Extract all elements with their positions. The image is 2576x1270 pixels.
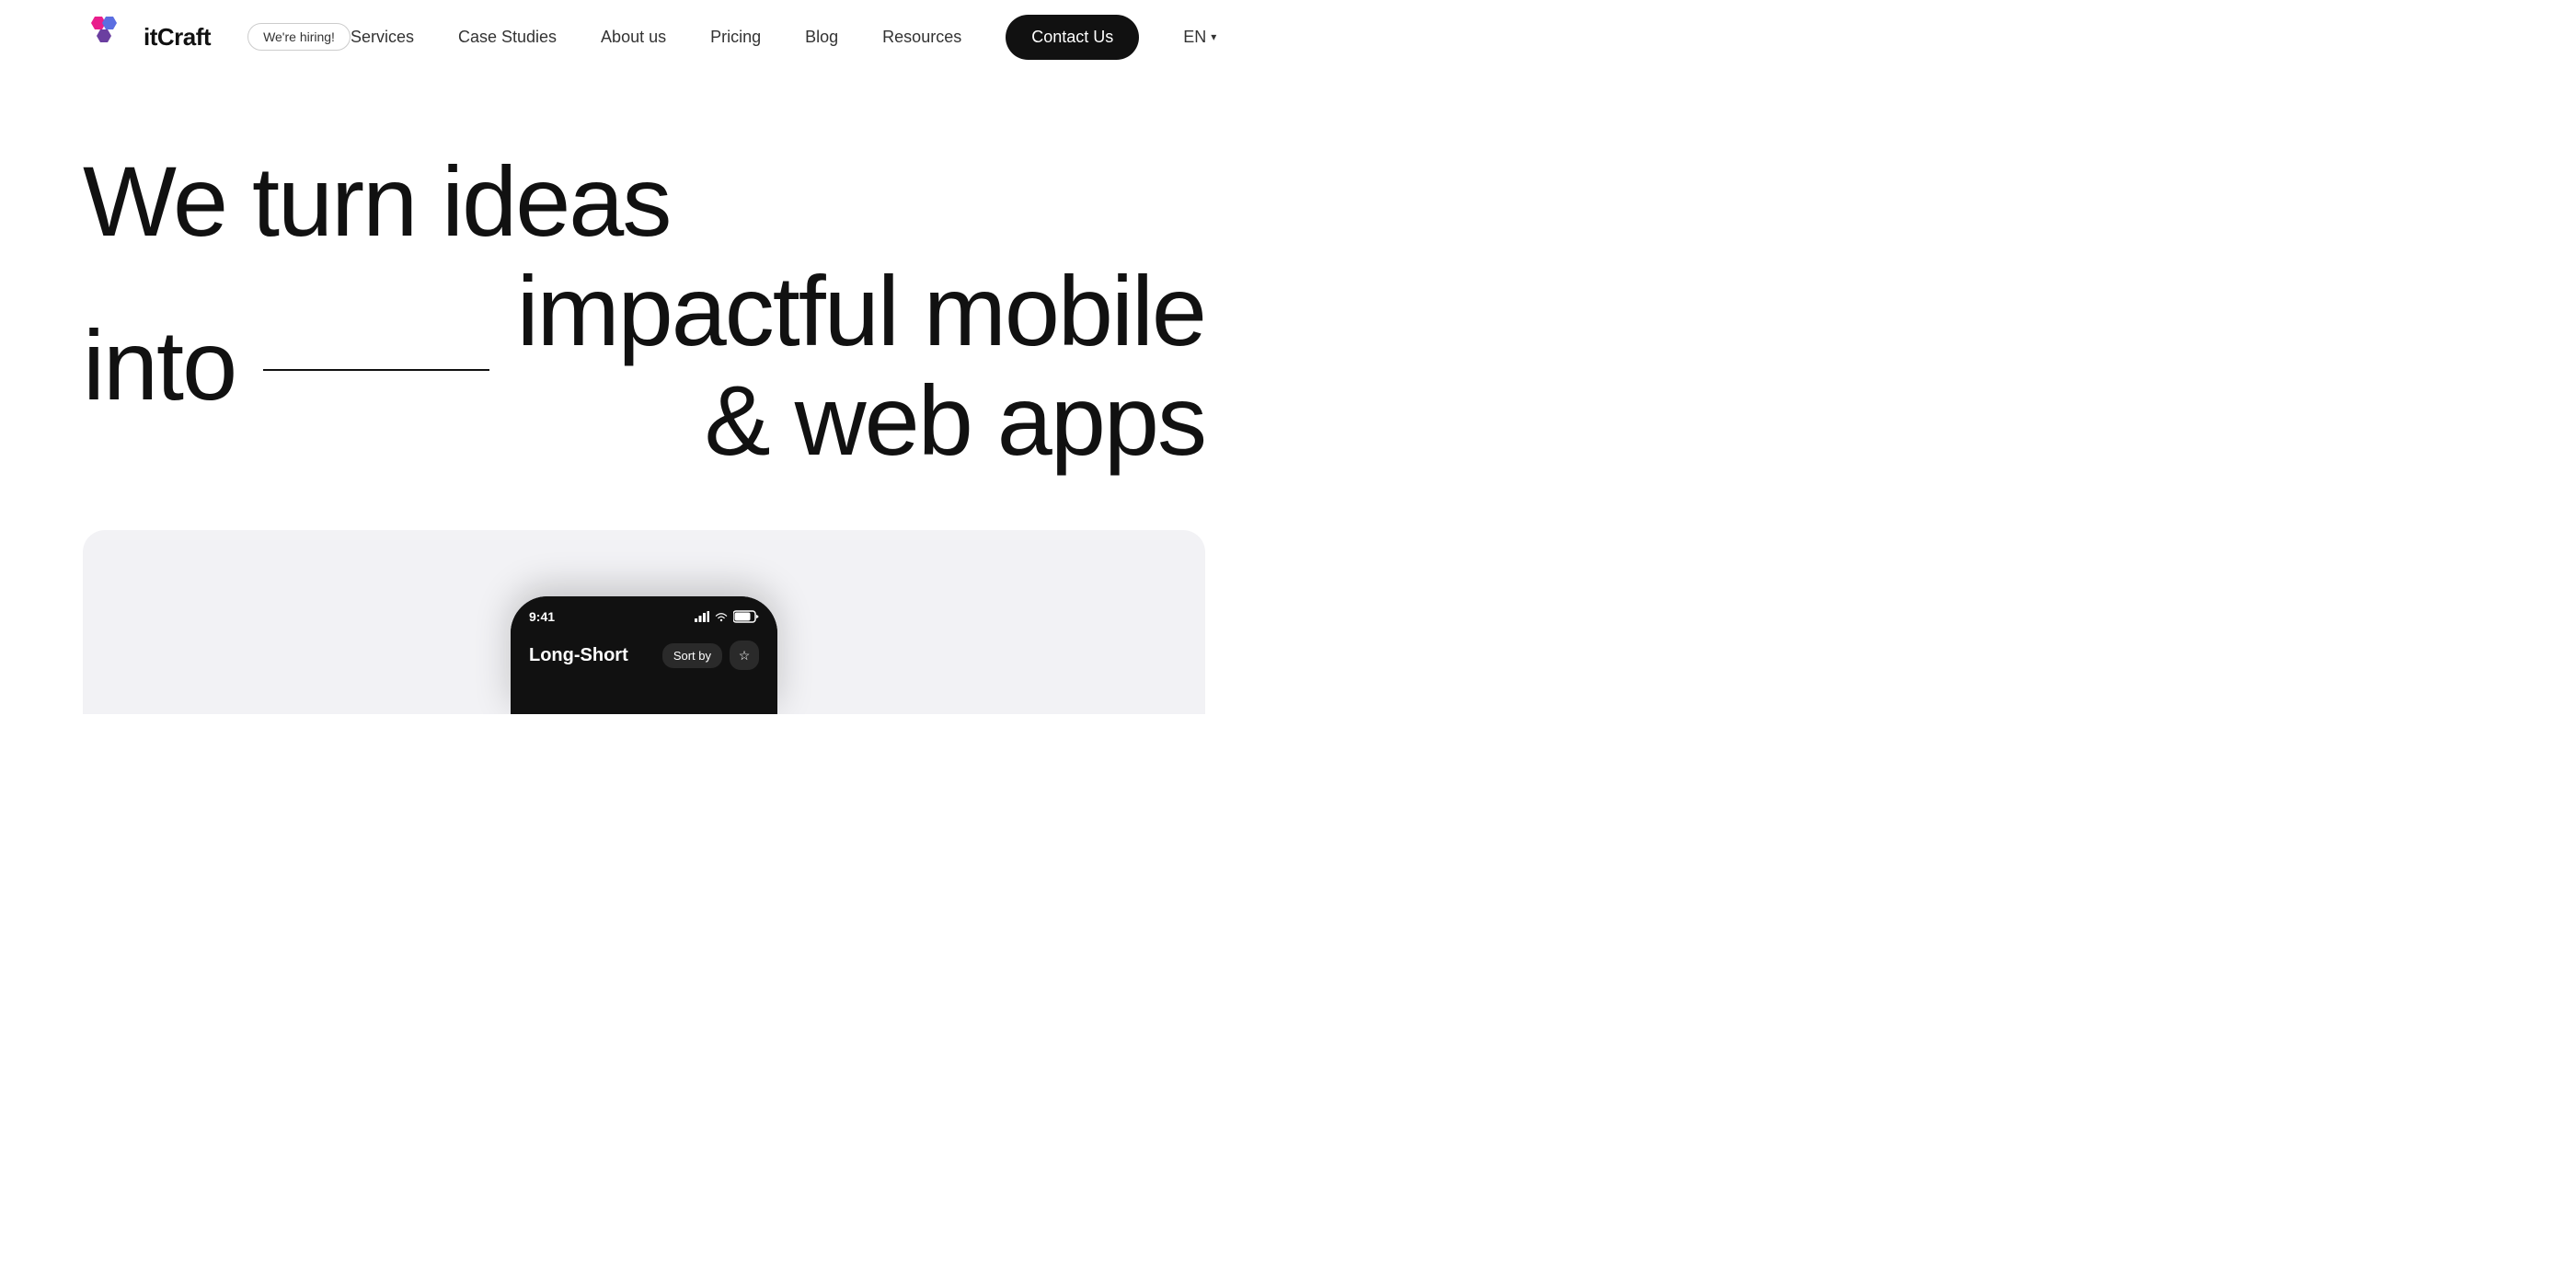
nav-about-us[interactable]: About us <box>601 28 666 47</box>
hero-impactful: impactful mobile <box>517 257 1205 366</box>
hero-line-2: into impactful mobile & web apps <box>83 257 1205 476</box>
logo-text: itCraft <box>144 23 211 52</box>
sort-by-button[interactable]: Sort by <box>662 643 722 668</box>
main-nav: Services Case Studies About us Pricing B… <box>351 15 1216 60</box>
hero-section: We turn ideas into impactful mobile & we… <box>0 74 1288 475</box>
phone-status-bar: 9:41 <box>511 596 777 631</box>
star-button[interactable]: ☆ <box>730 641 759 670</box>
nav-services[interactable]: Services <box>351 28 414 47</box>
nav-pricing[interactable]: Pricing <box>710 28 761 47</box>
contact-us-button[interactable]: Contact Us <box>1006 15 1139 60</box>
wifi-icon <box>714 611 729 622</box>
battery-icon <box>733 610 759 623</box>
nav-resources[interactable]: Resources <box>882 28 961 47</box>
hero-line-1: We turn ideas <box>83 147 1205 257</box>
signal-icon <box>695 611 709 622</box>
hero-into-word: into <box>83 311 236 421</box>
phone-app-title: Long-Short <box>529 645 628 666</box>
phone-screen: Long-Short Sort by ☆ <box>511 631 777 714</box>
site-header: itCraft We're hiring! Services Case Stud… <box>0 0 1288 74</box>
logo-icon <box>83 13 131 61</box>
hero-headline: We turn ideas into impactful mobile & we… <box>83 147 1205 475</box>
lang-label: EN <box>1183 28 1206 47</box>
phone-mockup: 9:41 <box>511 596 777 714</box>
nav-case-studies[interactable]: Case Studies <box>458 28 557 47</box>
language-selector[interactable]: EN ▾ <box>1183 28 1216 47</box>
hero-web-apps: & web apps <box>517 366 1205 476</box>
chevron-down-icon: ▾ <box>1211 30 1216 43</box>
hero-divider-line <box>263 369 489 371</box>
nav-blog[interactable]: Blog <box>805 28 838 47</box>
phone-time: 9:41 <box>529 609 555 624</box>
hero-right-text: impactful mobile & web apps <box>517 257 1205 476</box>
phone-app-buttons: Sort by ☆ <box>662 641 759 670</box>
hiring-badge[interactable]: We're hiring! <box>247 23 351 51</box>
logo-area: itCraft <box>83 13 211 61</box>
phone-app-header: Long-Short Sort by ☆ <box>525 631 763 681</box>
phone-status-icons <box>695 610 759 623</box>
mockup-section: 9:41 <box>83 530 1205 714</box>
